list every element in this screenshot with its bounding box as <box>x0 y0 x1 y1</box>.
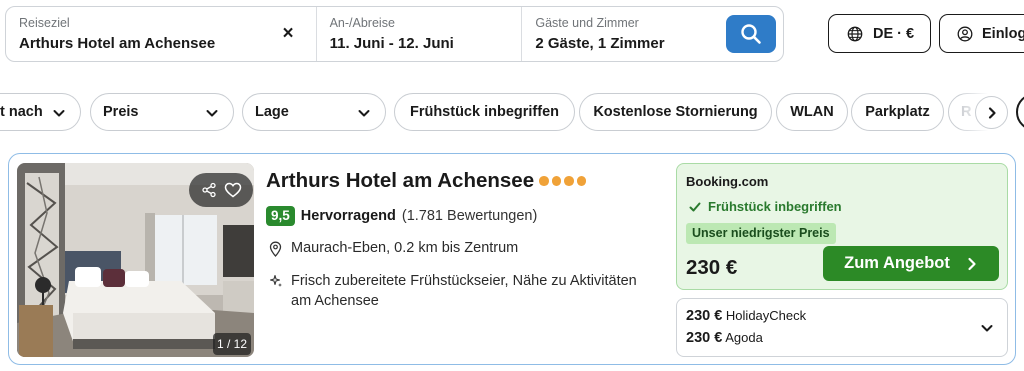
alt-offer-provider: HolidayCheck <box>725 308 807 323</box>
dates-field[interactable]: An-/Abreise 11. Juni - 12. Juni <box>315 7 522 61</box>
sort-filter-label: t nach <box>0 104 43 120</box>
guests-field[interactable]: Gäste und Zimmer 2 Gäste, 1 Zimmer <box>521 7 783 61</box>
free-cancellation-filter-label: Kostenlose Stornierung <box>593 104 758 120</box>
login-label: Einlog <box>982 25 1024 42</box>
location-text: Maurach-Eben, 0.2 km bis Zentrum <box>291 240 519 256</box>
login-button[interactable]: Einlog <box>939 14 1024 53</box>
dates-value[interactable]: 11. Juni - 12. Juni <box>330 34 510 54</box>
chevron-right-icon <box>968 257 976 270</box>
view-deal-label: Zum Angebot <box>844 254 950 272</box>
share-icon[interactable] <box>201 182 217 198</box>
language-label: DE · € <box>873 25 915 42</box>
hotel-photo[interactable]: 1 / 12 <box>17 163 254 357</box>
chevron-down-icon <box>53 110 65 117</box>
edge-filter-button[interactable] <box>1016 93 1024 131</box>
breakfast-filter[interactable]: Frühstück inbegriffen <box>394 93 575 131</box>
other-offers-box[interactable]: 230 € HolidayCheck 230 € Agoda <box>676 298 1008 357</box>
heart-icon[interactable] <box>224 182 242 198</box>
search-icon <box>741 24 762 44</box>
best-offer-box[interactable]: Booking.com Frühstück inbegriffen Unser … <box>676 163 1008 290</box>
offer-price: 230 € <box>686 256 738 279</box>
chevron-down-icon <box>206 110 218 117</box>
search-button[interactable] <box>726 15 777 53</box>
alt-offer-price: 230 € <box>686 308 723 324</box>
language-currency-button[interactable]: DE · € <box>828 14 931 53</box>
parking-filter-label: Parkplatz <box>865 104 930 120</box>
location-filter-label: Lage <box>255 104 289 120</box>
hotel-name[interactable]: Arthurs Hotel am Achensee <box>266 169 534 193</box>
sparkle-icon <box>269 271 283 311</box>
clear-icon[interactable]: × <box>278 24 298 44</box>
globe-icon <box>847 26 863 41</box>
dates-label: An-/Abreise <box>329 16 395 30</box>
location-filter[interactable]: Lage <box>242 93 386 131</box>
map-pin-icon <box>269 238 283 258</box>
offer-breakfast-text: Frühstück inbegriffen <box>708 199 842 214</box>
photo-actions <box>189 173 253 207</box>
filter-scroll-next-button[interactable] <box>975 96 1008 129</box>
star-icon <box>539 176 549 186</box>
rating-row[interactable]: 9,5 Hervorragend (1.781 Bewertungen) <box>266 206 537 226</box>
wifi-filter[interactable]: WLAN <box>776 93 848 131</box>
destination-input[interactable]: Arthurs Hotel am Achensee <box>19 34 304 54</box>
free-cancellation-filter[interactable]: Kostenlose Stornierung <box>579 93 772 131</box>
alt-offer-row: 230 € HolidayCheck <box>686 308 806 324</box>
star-icon <box>576 176 586 186</box>
search-box: Reiseziel Arthurs Hotel am Achensee × An… <box>5 6 784 62</box>
rating-badge: 9,5 <box>266 206 295 226</box>
user-icon <box>957 26 973 41</box>
parking-filter[interactable]: Parkplatz <box>851 93 944 131</box>
offer-provider: Booking.com <box>686 174 769 189</box>
feature-row: Frisch zubereitete Frühstückseier, Nähe … <box>269 271 659 311</box>
view-deal-button[interactable]: Zum Angebot <box>823 246 999 281</box>
location-row: Maurach-Eben, 0.2 km bis Zentrum <box>269 238 518 258</box>
alt-offer-price: 230 € <box>686 330 723 346</box>
alt-offer-provider: Agoda <box>725 330 763 345</box>
price-filter[interactable]: Preis <box>90 93 234 131</box>
star-icon <box>551 176 561 186</box>
destination-label: Reiseziel <box>19 16 70 30</box>
hotel-stars <box>539 176 586 186</box>
alt-offer-row: 230 € Agoda <box>686 330 763 346</box>
review-count: (1.781 Bewertungen) <box>401 208 538 224</box>
photo-counter: 1 / 12 <box>213 333 251 355</box>
sort-filter[interactable]: t nach <box>0 93 81 131</box>
destination-field[interactable]: Reiseziel Arthurs Hotel am Achensee × <box>6 7 316 61</box>
breakfast-filter-label: Frühstück inbegriffen <box>409 104 560 120</box>
star-icon <box>564 176 574 186</box>
check-icon <box>689 202 701 211</box>
feature-text: Frisch zubereitete Frühstückseier, Nähe … <box>291 273 637 309</box>
chevron-right-icon <box>988 106 996 119</box>
chevron-down-icon[interactable] <box>980 321 994 335</box>
hotel-result-card[interactable]: 1 / 12 Arthurs Hotel am Achensee 9,5 Her… <box>8 153 1016 365</box>
lowest-price-badge: Unser niedrigster Preis <box>686 223 836 244</box>
wifi-filter-label: WLAN <box>790 104 834 120</box>
price-filter-label: Preis <box>103 104 139 120</box>
offer-breakfast: Frühstück inbegriffen <box>689 199 842 214</box>
chevron-down-icon <box>358 110 370 117</box>
rating-text: Hervorragend <box>300 208 396 224</box>
